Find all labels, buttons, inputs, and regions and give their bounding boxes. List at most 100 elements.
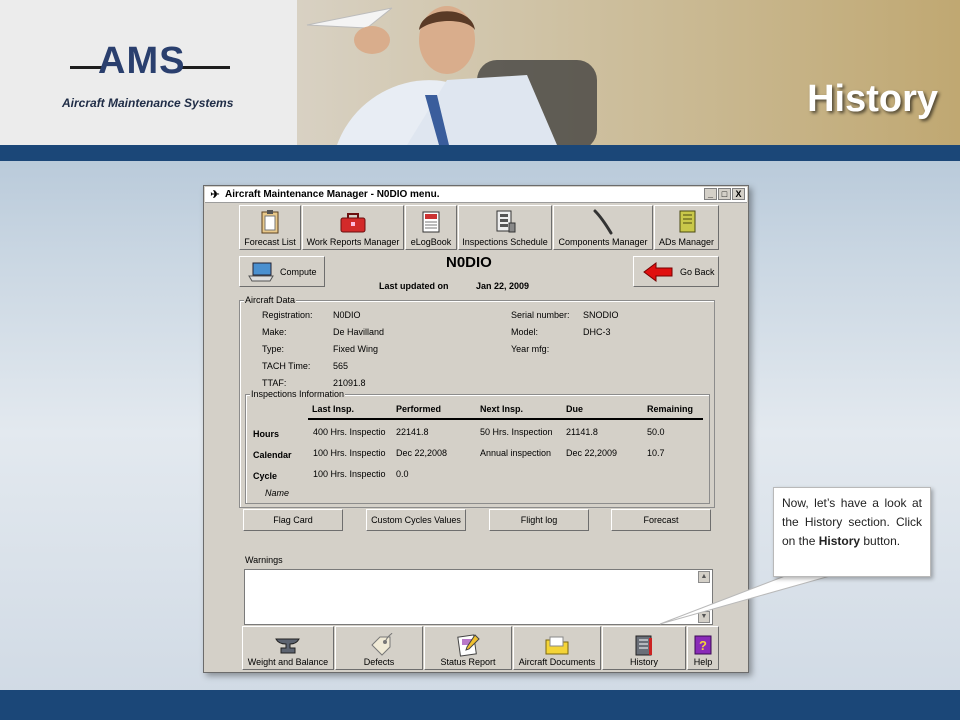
row-calendar-label: Calendar	[253, 450, 292, 460]
flight-log-button[interactable]: Flight log	[489, 509, 589, 531]
aircraft-maintenance-window: ✈ Aircraft Maintenance Manager - N0DIO m…	[203, 185, 749, 673]
folder-icon	[545, 636, 569, 655]
work-reports-manager-button[interactable]: Work Reports Manager	[302, 205, 404, 250]
callout-bold-history: History	[818, 534, 861, 548]
header-divider	[308, 418, 703, 420]
slide-title: History	[807, 78, 938, 120]
ams-logo: AMS	[98, 40, 186, 82]
custom-cycles-values-button[interactable]: Custom Cycles Values	[366, 509, 466, 531]
calendar-next-insp: Annual inspection	[480, 448, 552, 458]
last-updated-label: Last updated on	[379, 281, 449, 291]
minimize-button[interactable]: _	[704, 188, 717, 200]
tach-time-label: TACH Time:	[262, 361, 311, 371]
history-button[interactable]: History	[602, 626, 686, 670]
components-manager-label: Components Manager	[558, 237, 648, 247]
calendar-last-insp: 100 Hrs. Inspectio	[313, 448, 386, 458]
go-back-button[interactable]: Go Back	[633, 256, 719, 287]
defects-label: Defects	[363, 657, 395, 667]
calendar-remaining: 10.7	[647, 448, 665, 458]
last-updated-value: Jan 22, 2009	[476, 281, 530, 291]
callout-text-after: button.	[860, 534, 901, 548]
aircraft-data-title: Aircraft Data	[244, 295, 297, 305]
model-label: Model:	[511, 327, 539, 337]
logo-subtitle: Aircraft Maintenance Systems	[62, 96, 234, 110]
help-label: Help	[693, 657, 713, 667]
instruction-callout: Now, let’s have a look at the History se…	[773, 487, 931, 577]
forecast-list-button[interactable]: Forecast List	[239, 205, 301, 250]
serial-number-label: Serial number:	[511, 310, 570, 320]
components-manager-button[interactable]: Components Manager	[553, 205, 653, 250]
inspections-title: Inspections Information	[250, 389, 346, 399]
maximize-button[interactable]: □	[718, 188, 731, 200]
help-button[interactable]: ? Help	[687, 626, 719, 670]
header-photo	[297, 0, 960, 145]
go-back-label: Go Back	[680, 266, 715, 277]
defects-button[interactable]: Defects	[335, 626, 423, 670]
window-titlebar[interactable]: ✈ Aircraft Maintenance Manager - N0DIO m…	[205, 187, 747, 203]
work-reports-manager-label: Work Reports Manager	[306, 237, 400, 247]
row-cycle-label: Cycle	[253, 471, 278, 481]
status-report-button[interactable]: Status Report	[424, 626, 512, 670]
forecast-button[interactable]: Forecast	[611, 509, 711, 531]
laptop-icon	[248, 262, 274, 281]
inspections-schedule-label: Inspections Schedule	[462, 237, 548, 247]
calendar-performed: Dec 22,2008	[396, 448, 448, 458]
aircraft-documents-label: Aircraft Documents	[518, 657, 596, 667]
registration-value: N0DIO	[333, 310, 361, 320]
hours-performed: 22141.8	[396, 427, 429, 437]
schedule-icon	[496, 210, 516, 233]
scroll-down-button[interactable]: ▼	[698, 611, 710, 623]
clipboard-icon	[261, 210, 279, 234]
warnings-textarea[interactable]	[244, 569, 713, 625]
ttaf-label: TTAF:	[262, 378, 287, 388]
hours-next-insp: 50 Hrs. Inspection	[480, 427, 553, 437]
status-report-label: Status Report	[440, 657, 496, 667]
ttaf-value: 21091.8	[333, 378, 366, 388]
toolbox-icon	[340, 213, 366, 233]
weight-and-balance-button[interactable]: Weight and Balance	[242, 626, 334, 670]
flag-card-button[interactable]: Flag Card	[243, 509, 343, 531]
compute-button[interactable]: Compute	[239, 256, 325, 287]
footer-band	[0, 690, 960, 720]
elogbook-button[interactable]: eLogBook	[405, 205, 457, 250]
col-last-insp: Last Insp.	[312, 404, 355, 414]
cycle-performed: 0.0	[396, 469, 409, 479]
hours-due: 21141.8	[566, 427, 598, 437]
type-label: Type:	[262, 344, 285, 354]
logo-line-right	[182, 66, 230, 69]
tag-icon	[371, 633, 393, 656]
help-icon: ?	[694, 635, 712, 655]
hours-last-insp: 400 Hrs. Inspectio	[313, 427, 386, 437]
scroll-up-button[interactable]: ▲	[698, 571, 710, 583]
svg-text:?: ?	[699, 638, 707, 653]
ads-manager-label: ADs Manager	[658, 237, 715, 247]
app-icon: ✈	[210, 189, 220, 201]
make-label: Make:	[262, 327, 287, 337]
warnings-label: Warnings	[245, 555, 283, 565]
wrench-icon	[593, 209, 613, 235]
inspections-schedule-button[interactable]: Inspections Schedule	[458, 205, 552, 250]
hours-remaining: 50.0	[647, 427, 665, 437]
registration-label: Registration:	[262, 310, 313, 320]
back-arrow-icon	[643, 261, 673, 282]
row-hours-label: Hours	[253, 429, 280, 439]
history-book-icon	[635, 635, 652, 656]
businessman-photo-illustration	[306, 6, 597, 145]
col-due: Due	[566, 404, 584, 414]
ads-manager-button[interactable]: ADs Manager	[654, 205, 719, 250]
notebook-icon	[679, 210, 695, 233]
elogbook-label: eLogBook	[410, 237, 452, 247]
year-mfg-label: Year mfg:	[511, 344, 550, 354]
window-title: Aircraft Maintenance Manager - N0DIO men…	[225, 189, 440, 200]
logo-area: AMS Aircraft Maintenance Systems	[0, 0, 297, 145]
anvil-icon	[275, 638, 300, 654]
col-next-insp: Next Insp.	[480, 404, 524, 414]
cycle-last-insp: 100 Hrs. Inspectio	[313, 469, 386, 479]
history-label: History	[629, 657, 658, 667]
aircraft-documents-button[interactable]: Aircraft Documents	[513, 626, 601, 670]
slide-header: AMS Aircraft Maintenance Systems History	[0, 0, 960, 145]
forecast-list-label: Forecast List	[244, 237, 296, 247]
close-button[interactable]: X	[732, 188, 745, 200]
col-remaining: Remaining	[647, 404, 694, 414]
report-icon	[457, 634, 480, 657]
